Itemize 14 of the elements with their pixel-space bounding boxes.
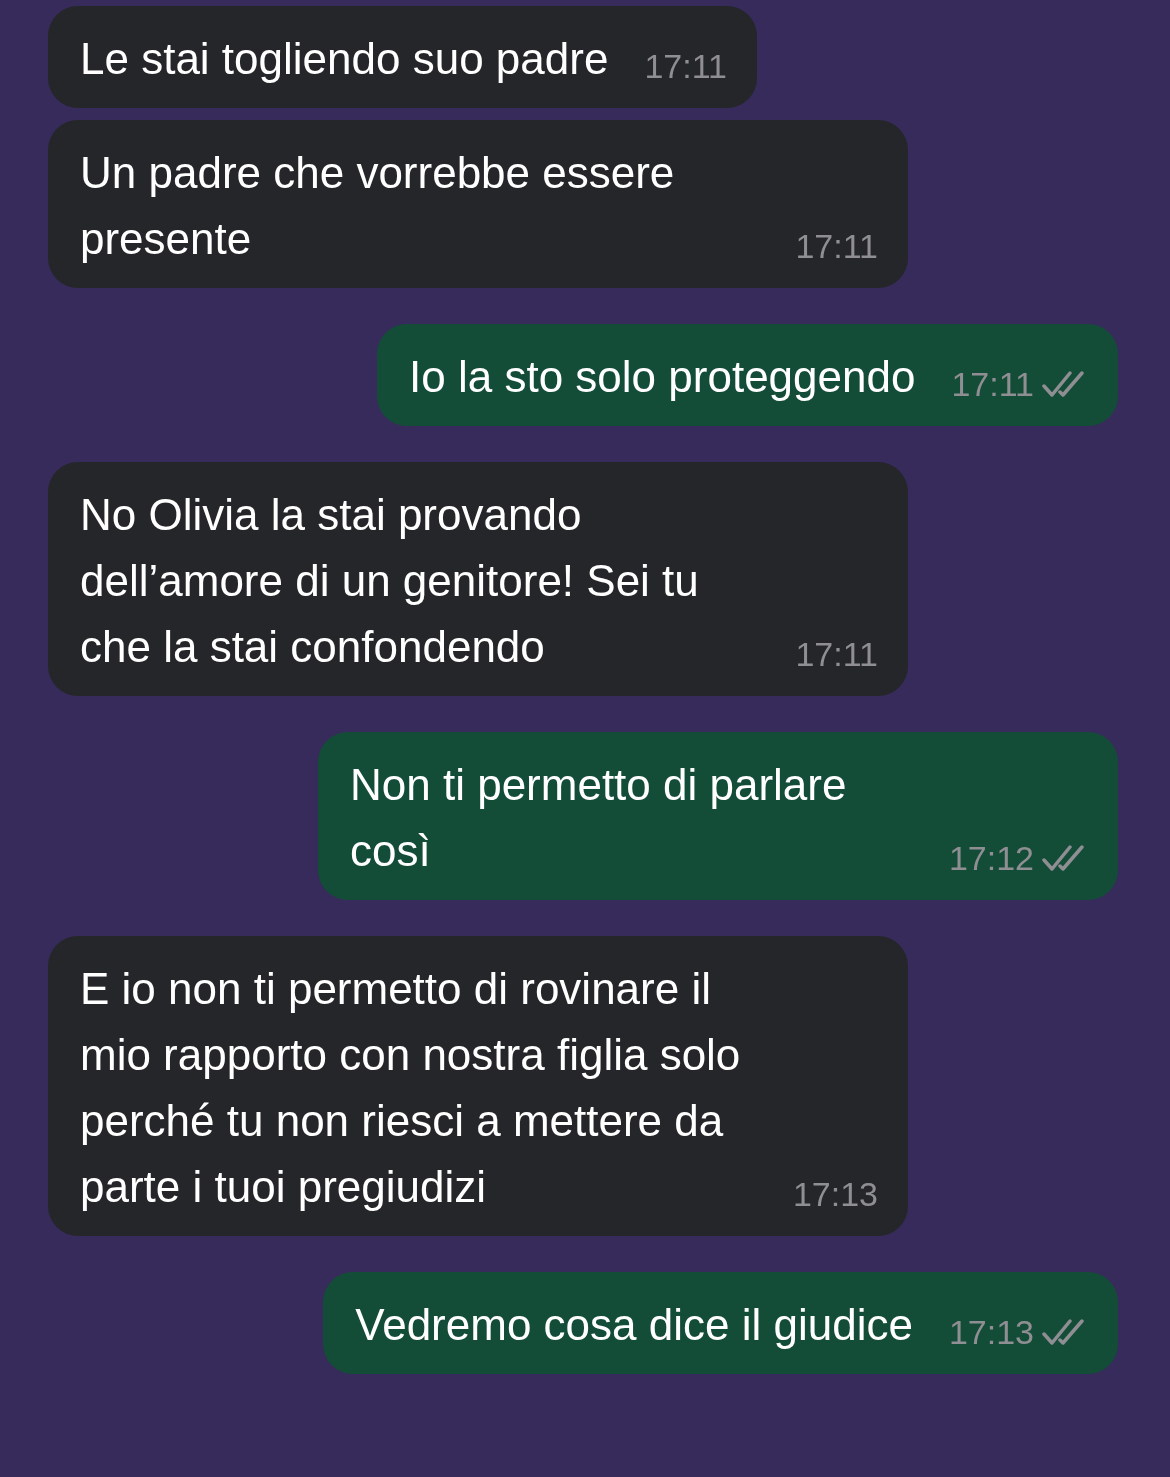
message-time: 17:11 [644,46,727,86]
message-time: 17:11 [795,634,878,674]
message-time: 17:12 [948,838,1034,878]
message-text: Io la sto solo proteggendo [409,351,916,403]
message-text: Le stai togliendo suo padre [80,33,609,85]
message-text: Un padre che vorrebbe essere presente [80,147,676,265]
message-text: E io non ti permetto di rovinare il mio rapporto con nostra figlia solo perché tu non riesci a mettere da parte i tuoi pregiudizi [80,963,742,1213]
message-text: Non ti permetto di parlare così [350,759,848,877]
message-time: 17:13 [792,1174,878,1214]
message-time: 17:13 [948,1312,1034,1352]
message-text: No Olivia la stai provando dell’amore di un genitore! Sei tu che la stai confondendo [80,489,700,673]
message-text: Vedremo cosa dice il giudice [355,1299,913,1351]
message-time: 17:11 [795,226,878,266]
message-time: 17:11 [951,364,1034,404]
